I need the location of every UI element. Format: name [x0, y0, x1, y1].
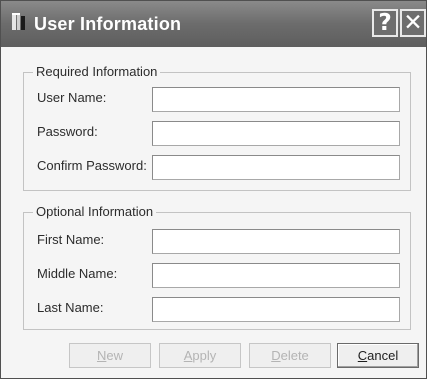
delete-button-mnemonic: D	[271, 348, 281, 363]
cancel-button-label: ancel	[367, 348, 399, 363]
confirm-password-input[interactable]	[152, 155, 400, 180]
cancel-button[interactable]: Cancel	[337, 343, 419, 368]
user-information-dialog: User Information ? ✕ Required Informatio…	[0, 0, 427, 379]
last-name-input[interactable]	[152, 297, 400, 322]
cancel-button-mnemonic: C	[357, 348, 368, 363]
middle-name-input[interactable]	[152, 263, 400, 288]
last-name-label: Last Name:	[37, 300, 104, 315]
app-icon	[12, 13, 26, 31]
user-name-label: User Name:	[37, 90, 107, 105]
optional-information-legend: Optional Information	[33, 204, 157, 219]
first-name-label: First Name:	[37, 232, 105, 247]
new-button-label: ew	[106, 348, 123, 363]
password-label: Password:	[37, 124, 98, 139]
new-button-mnemonic: N	[96, 348, 107, 363]
delete-button[interactable]: Delete	[249, 343, 331, 368]
first-name-input[interactable]	[152, 229, 400, 254]
close-icon[interactable]: ✕	[400, 9, 426, 37]
help-icon[interactable]: ?	[372, 9, 398, 37]
required-information-legend: Required Information	[33, 64, 161, 79]
password-input[interactable]	[152, 121, 400, 146]
confirm-password-label: Confirm Password:	[37, 158, 147, 173]
apply-button[interactable]: Apply	[159, 343, 241, 368]
new-button[interactable]: New	[69, 343, 151, 368]
window-title: User Information	[34, 14, 182, 34]
user-name-input[interactable]	[152, 87, 400, 112]
delete-button-label: elete	[280, 348, 309, 363]
apply-button-label: pply	[192, 348, 217, 363]
title-bar[interactable]: User Information ? ✕	[1, 1, 426, 47]
middle-name-label: Middle Name:	[37, 266, 118, 281]
